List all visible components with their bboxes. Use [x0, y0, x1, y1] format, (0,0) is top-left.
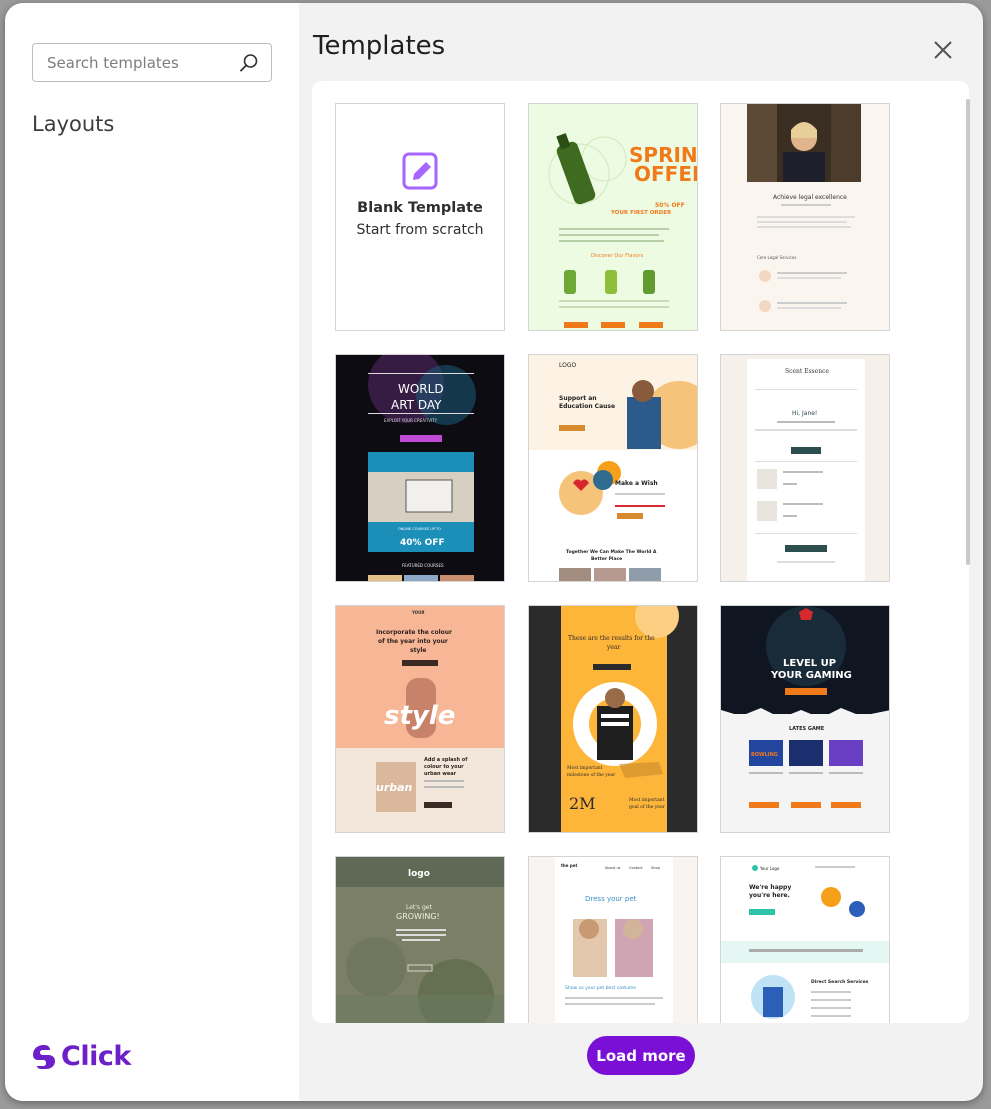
template-thumbnail: WORLD ART DAY EXPLOIT YOUR CREATIVITY ON… [336, 355, 504, 581]
close-icon[interactable] [929, 36, 957, 64]
template-thumbnail: SPRING OFFER 50% OFF YOUR FIRST ORDER Di… [529, 104, 698, 330]
layouts-section-label[interactable]: Layouts [32, 112, 114, 136]
template-spring-offer[interactable]: SPRING OFFER 50% OFF YOUR FIRST ORDER Di… [528, 103, 698, 331]
search-input[interactable] [47, 44, 237, 81]
svg-text:LOGO: LOGO [559, 362, 577, 369]
template-thumbnail: LOGO Support an Education Cause Make a W… [529, 355, 697, 581]
goal-text: goal of the year [629, 804, 666, 810]
offer-text: OFFER [634, 162, 698, 186]
your-gaming-text: YOUR GAMING [770, 670, 852, 681]
better-place-text: Better Place [591, 556, 622, 562]
main-content: Templates Blank Template Start from scra… [299, 3, 983, 1101]
your-logo-text: Your Logo [759, 866, 780, 871]
style-big-text: style [384, 701, 455, 731]
level-up-text: LEVEL UP [783, 658, 836, 669]
brand-name: Click [61, 1041, 131, 1072]
world-text: WORLD [398, 382, 444, 396]
blank-template-title: Blank Template [357, 200, 483, 216]
urban-wear-text: urban wear [424, 771, 457, 777]
template-education-cause[interactable]: LOGO Support an Education Cause Make a W… [528, 354, 698, 582]
contact-link: Contact [629, 866, 643, 870]
sidebar: Layouts Click [5, 3, 299, 1101]
two-m-text: 2M [569, 794, 596, 813]
most-important-text: Most important [567, 765, 603, 771]
click-logo-icon [33, 1044, 55, 1069]
flavors-text: Discover Our Flavors [591, 253, 643, 259]
growing-text: GROWING! [396, 912, 440, 921]
milestone-text: milestone of the year [567, 772, 616, 778]
style-small-text: style [410, 647, 426, 654]
search-icon[interactable] [239, 53, 259, 73]
first-order-text: YOUR FIRST ORDER [610, 210, 672, 216]
discount-text: 40% OFF [400, 538, 445, 548]
results-text: These are the results for the [568, 635, 655, 642]
splash-text: Add a splash of [424, 757, 468, 763]
logo-text: logo [408, 869, 430, 879]
load-more-button[interactable]: Load more [587, 1036, 695, 1075]
svg-text:YOUR: YOUR [411, 610, 424, 615]
edit-icon [402, 152, 438, 190]
template-scent-essence[interactable]: Scent Essence Hi, Jane! [720, 354, 890, 582]
incorporate-text: Incorporate the colour [376, 629, 452, 636]
bowling-text: BOWLING [751, 752, 778, 758]
template-thumbnail: the pet About us Contact Shop Dress your… [529, 857, 697, 1023]
blank-template-card[interactable]: Blank Template Start from scratch [335, 103, 505, 331]
search-box[interactable] [32, 43, 272, 82]
art-day-text: ART DAY [391, 398, 442, 412]
template-legal[interactable]: Achieve legal excellence Core Legal Serv… [720, 103, 890, 331]
here-text: you're here. [749, 892, 790, 899]
colour-text: colour to your [424, 764, 464, 770]
direct-search-text: Direct Search Services [811, 979, 869, 985]
template-your-logo[interactable]: Your Logo We're happy you're here. Direc… [720, 856, 890, 1023]
urban-text: urban [376, 781, 413, 794]
together-text: Together We Can Make The World A [566, 549, 657, 555]
lets-get-text: Let's get [406, 904, 432, 911]
support-text: Support an [559, 395, 597, 402]
discount-text: 50% OFF [655, 202, 685, 209]
blank-template-subtitle: Start from scratch [356, 222, 484, 238]
education-text: Education Cause [559, 403, 615, 410]
dress-your-pet-text: Dress your pet [585, 895, 637, 903]
template-gaming[interactable]: LEVEL UP YOUR GAMING LATES GAME BOWLING [720, 605, 890, 833]
template-thumbnail: These are the results for the year Most … [529, 606, 697, 832]
happy-text: We're happy [749, 884, 791, 891]
about-us-link: About us [605, 866, 621, 870]
template-thumbnail: Scent Essence Hi, Jane! [721, 355, 889, 581]
template-thumbnail: LEVEL UP YOUR GAMING LATES GAME BOWLING [721, 606, 889, 832]
results-year-text: year [606, 644, 621, 651]
template-pet-model[interactable]: the pet About us Contact Shop Dress your… [528, 856, 698, 1023]
brand-logo: Click [31, 1041, 131, 1072]
svg-text:the pet: the pet [561, 863, 577, 868]
template-thumbnail: Achieve legal excellence Core Legal Serv… [721, 104, 889, 330]
most-important-2-text: Most important [629, 797, 665, 803]
template-thumbnail: Your Logo We're happy you're here. Direc… [721, 857, 889, 1023]
costume-text: Show us your pet best costume [565, 985, 636, 991]
lates-game-text: LATES GAME [789, 726, 825, 732]
templates-modal: Layouts Click Templates Blank Template S… [5, 3, 983, 1101]
template-growing[interactable]: logo Let's get GROWING! [335, 856, 505, 1023]
template-thumbnail: logo Let's get GROWING! [336, 857, 504, 1023]
online-courses-text: ONLINE COURSES UP TO [398, 527, 441, 531]
legal-headline: Achieve legal excellence [773, 194, 847, 201]
template-style-fashion[interactable]: YOUR Incorporate the colour of the year … [335, 605, 505, 833]
exploit-text: EXPLOIT YOUR CREATIVITY [384, 418, 438, 423]
featured-courses-text: FEATURED COURSES [402, 563, 444, 568]
year-text: of the year into your [378, 638, 448, 645]
template-world-art-day[interactable]: WORLD ART DAY EXPLOIT YOUR CREATIVITY ON… [335, 354, 505, 582]
legal-services-text: Core Legal Services [757, 255, 796, 260]
template-thumbnail: YOUR Incorporate the colour of the year … [336, 606, 504, 832]
page-title: Templates [313, 31, 446, 61]
make-wish-text: Make a Wish [615, 480, 658, 487]
scent-title: Scent Essence [785, 368, 830, 375]
template-results-year[interactable]: These are the results for the year Most … [528, 605, 698, 833]
hi-jane-text: Hi, Jane! [792, 410, 817, 417]
template-grid: Blank Template Start from scratch SPRING… [312, 81, 969, 1023]
scrollbar[interactable] [966, 99, 970, 565]
shop-link: Shop [651, 866, 661, 870]
